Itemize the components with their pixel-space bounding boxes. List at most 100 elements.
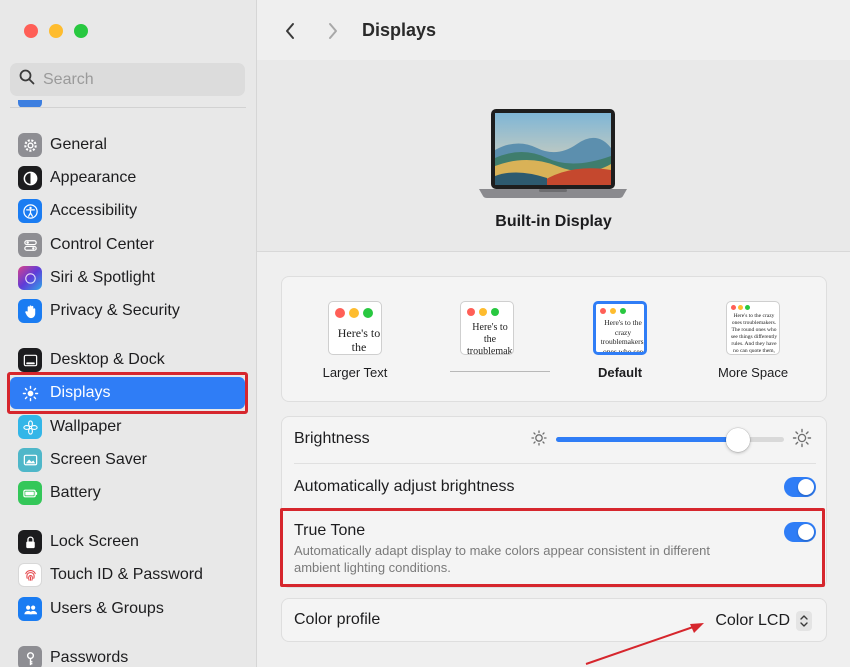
auto-brightness-toggle[interactable] (784, 477, 816, 497)
forward-button[interactable] (321, 19, 345, 43)
sidebar-item-label: General (50, 136, 107, 153)
sidebar-item-lock-screen[interactable]: Lock Screen (10, 526, 245, 558)
page-title: Displays (362, 20, 437, 40)
display-settings: Brightness Automatically adjust brightne… (281, 416, 827, 588)
display-selector: Built-in Display (257, 60, 850, 252)
resolution-preview: Here's to the troublemakers, ones who (460, 301, 514, 355)
brightness-row: Brightness (282, 417, 828, 463)
auto-brightness-row: Automatically adjust brightness (282, 464, 828, 508)
resolution-label: Default (597, 365, 643, 380)
resolution-preview: Here's to the crazy troublemakers, ones … (593, 301, 647, 355)
resolution-divider (450, 371, 550, 372)
true-tone-label: True Tone (294, 522, 366, 539)
sun-icon (18, 381, 42, 405)
true-tone-description: Automatically adapt display to make colo… (294, 543, 710, 575)
appearance-icon (18, 166, 42, 190)
resolution-option-more-space[interactable]: Here's to the crazy ones troublemakers. … (698, 301, 808, 380)
sidebar-item-siri-spotlight[interactable]: Siri & Spotlight (10, 262, 245, 294)
minimize-button[interactable] (49, 24, 63, 38)
laptop-display-icon[interactable] (477, 108, 629, 200)
siri-icon (18, 266, 42, 290)
search-field[interactable] (10, 63, 245, 96)
resolution-label: Larger Text (322, 365, 388, 380)
sidebar-item-desktop-dock[interactable]: Desktop & Dock (10, 344, 245, 376)
brightness-label: Brightness (294, 430, 370, 447)
resolution-option-larger-text[interactable]: Here's to the troublemakers Larger Text (300, 301, 410, 380)
sidebar-item-label: Passwords (50, 649, 129, 666)
color-profile-value: Color LCD (715, 612, 790, 629)
preview-text: Here's to the crazy troublemakers, ones … (600, 318, 646, 354)
sidebar-item-label: Screen Saver (50, 451, 147, 468)
key-icon (18, 646, 42, 667)
sidebar-item-label: Wallpaper (50, 418, 122, 435)
fingerprint-icon (18, 563, 42, 587)
color-profile-label: Color profile (294, 611, 381, 628)
preview-text: Here's to the troublemakers (337, 326, 381, 354)
sidebar-item-label: Lock Screen (50, 533, 139, 550)
slider-knob[interactable] (726, 428, 751, 452)
sidebar-item-appearance[interactable]: Appearance (10, 162, 245, 194)
sidebar-item-displays[interactable]: Displays (10, 377, 245, 409)
resolution-preview: Here's to the crazy ones troublemakers. … (726, 301, 780, 355)
preview-text: Here's to the crazy ones troublemakers. … (730, 313, 778, 353)
true-tone-toggle[interactable] (784, 522, 816, 542)
sidebar-item-label: Siri & Spotlight (50, 269, 155, 286)
resolution-option-default[interactable]: Here's to the crazy troublemakers, ones … (565, 301, 675, 380)
sidebar-item-label: Desktop & Dock (50, 351, 165, 368)
color-profile-row: Color profile Color LCD (281, 598, 827, 642)
sidebar-item-general[interactable]: General (10, 129, 245, 161)
sidebar-item-privacy-security[interactable]: Privacy & Security (10, 295, 245, 327)
sidebar-item-wallpaper[interactable]: Wallpaper (10, 411, 245, 443)
sun-low-icon (531, 430, 547, 446)
sidebar-item-label: Privacy & Security (50, 302, 180, 319)
screen-saver-icon (18, 448, 42, 472)
dock-icon (18, 348, 42, 372)
display-name: Built-in Display (495, 213, 612, 230)
hand-icon (18, 299, 42, 323)
users-icon (18, 597, 42, 621)
zoom-button[interactable] (74, 24, 88, 38)
slider-fill (556, 437, 739, 442)
window-controls (24, 24, 88, 38)
sidebar-item-battery[interactable]: Battery (10, 477, 245, 509)
resolution-option-medium[interactable]: Here's to the troublemakers, ones who (432, 301, 542, 365)
sidebar-item-control-center[interactable]: Control Center (10, 229, 245, 261)
chevron-up-down-icon (796, 611, 812, 631)
control-center-icon (18, 233, 42, 257)
sidebar-item-label: Control Center (50, 236, 155, 253)
sidebar-item-screen-saver[interactable]: Screen Saver (10, 444, 245, 476)
accessibility-icon (18, 199, 42, 223)
sidebar-item-label: Battery (50, 484, 101, 501)
battery-icon (18, 481, 42, 505)
color-profile-select[interactable]: Color LCD (715, 611, 812, 631)
preview-text: Here's to the troublemakers, ones who (467, 322, 513, 355)
lock-icon (18, 530, 42, 554)
sidebar: General Appearance Accessibility Control… (0, 0, 257, 667)
chevron-right-icon (329, 23, 337, 39)
close-button[interactable] (24, 24, 38, 38)
sidebar-divider (10, 107, 246, 108)
gear-icon (18, 133, 42, 157)
sidebar-item-label: Appearance (50, 169, 137, 186)
search-icon (19, 69, 35, 90)
search-input[interactable] (43, 70, 233, 89)
sidebar-item-label: Displays (50, 384, 111, 401)
flower-icon (18, 415, 42, 439)
main-pane: Displays Built-in Display Here's to the … (257, 0, 850, 667)
sidebar-item-label: Users & Groups (50, 600, 164, 617)
sidebar-item-touch-id-password[interactable]: Touch ID & Password (10, 559, 245, 591)
chevron-left-icon (286, 23, 294, 39)
resolution-options: Here's to the troublemakers Larger Text … (281, 276, 827, 402)
sidebar-item-label: Touch ID & Password (50, 566, 203, 583)
sidebar-item-passwords[interactable]: Passwords (10, 642, 245, 667)
auto-brightness-label: Automatically adjust brightness (294, 478, 515, 495)
brightness-slider[interactable] (556, 428, 784, 452)
sun-high-icon (792, 428, 812, 448)
resolution-label: More Space (717, 365, 789, 380)
true-tone-row: True Tone Automatically adapt display to… (282, 509, 828, 589)
sidebar-item-label: Accessibility (50, 202, 138, 219)
sidebar-item-users-groups[interactable]: Users & Groups (10, 593, 245, 625)
back-button[interactable] (278, 19, 302, 43)
sidebar-item-accessibility[interactable]: Accessibility (10, 195, 245, 227)
resolution-preview: Here's to the troublemakers (328, 301, 382, 355)
